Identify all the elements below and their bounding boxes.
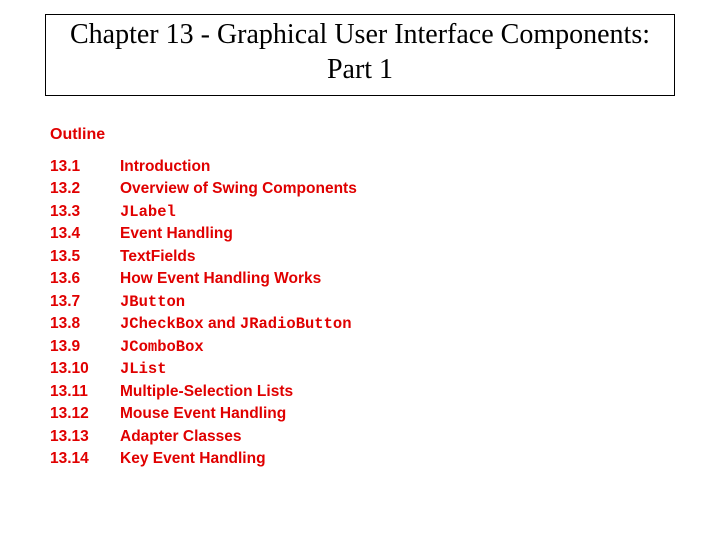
outline-item-number: 13.13 (50, 426, 120, 448)
outline-item: 13.9JComboBox (50, 336, 680, 358)
outline-item-label: JComboBox (120, 336, 204, 358)
outline-item: 13.11Multiple-Selection Lists (50, 381, 680, 403)
outline-item-number: 13.11 (50, 381, 120, 403)
outline-item: 13.3JLabel (50, 201, 680, 223)
outline-item-number: 13.8 (50, 313, 120, 335)
outline-item: 13.12Mouse Event Handling (50, 403, 680, 425)
outline-item: 13.1Introduction (50, 156, 680, 178)
outline-item-label: How Event Handling Works (120, 268, 321, 290)
outline-item-number: 13.6 (50, 268, 120, 290)
outline-heading: Outline (50, 126, 680, 144)
outline-item-number: 13.5 (50, 246, 120, 268)
outline-section: Outline 13.1Introduction13.2Overview of … (50, 126, 680, 471)
outline-item: 13.6How Event Handling Works (50, 268, 680, 290)
outline-item: 13.2Overview of Swing Components (50, 178, 680, 200)
outline-item-label: JButton (120, 291, 185, 313)
outline-item-number: 13.10 (50, 358, 120, 380)
outline-item-label: Overview of Swing Components (120, 178, 357, 200)
outline-item-number: 13.12 (50, 403, 120, 425)
outline-item-number: 13.3 (50, 201, 120, 223)
outline-item: 13.10JList (50, 358, 680, 380)
outline-item: 13.14Key Event Handling (50, 448, 680, 470)
outline-item-number: 13.1 (50, 156, 120, 178)
outline-item-number: 13.9 (50, 336, 120, 358)
outline-item-label: JLabel (120, 201, 176, 223)
outline-item-label: TextFields (120, 246, 196, 268)
outline-item-number: 13.7 (50, 291, 120, 313)
outline-item-label: Mouse Event Handling (120, 403, 286, 425)
outline-item-label: Introduction (120, 156, 210, 178)
outline-item-label: Key Event Handling (120, 448, 266, 470)
outline-item-number: 13.2 (50, 178, 120, 200)
outline-item-label: JCheckBox and JRadioButton (120, 313, 352, 335)
outline-item: 13.8JCheckBox and JRadioButton (50, 313, 680, 335)
outline-item: 13.5TextFields (50, 246, 680, 268)
outline-item-label: Event Handling (120, 223, 233, 245)
outline-item-label: JList (120, 358, 167, 380)
outline-item: 13.4Event Handling (50, 223, 680, 245)
outline-item-label: Multiple-Selection Lists (120, 381, 293, 403)
outline-item: 13.7JButton (50, 291, 680, 313)
chapter-title-box: Chapter 13 - Graphical User Interface Co… (45, 14, 675, 96)
chapter-title: Chapter 13 - Graphical User Interface Co… (66, 17, 654, 87)
outline-item-number: 13.14 (50, 448, 120, 470)
outline-item-label: Adapter Classes (120, 426, 241, 448)
outline-item: 13.13Adapter Classes (50, 426, 680, 448)
outline-list: 13.1Introduction13.2Overview of Swing Co… (50, 156, 680, 471)
outline-item-number: 13.4 (50, 223, 120, 245)
